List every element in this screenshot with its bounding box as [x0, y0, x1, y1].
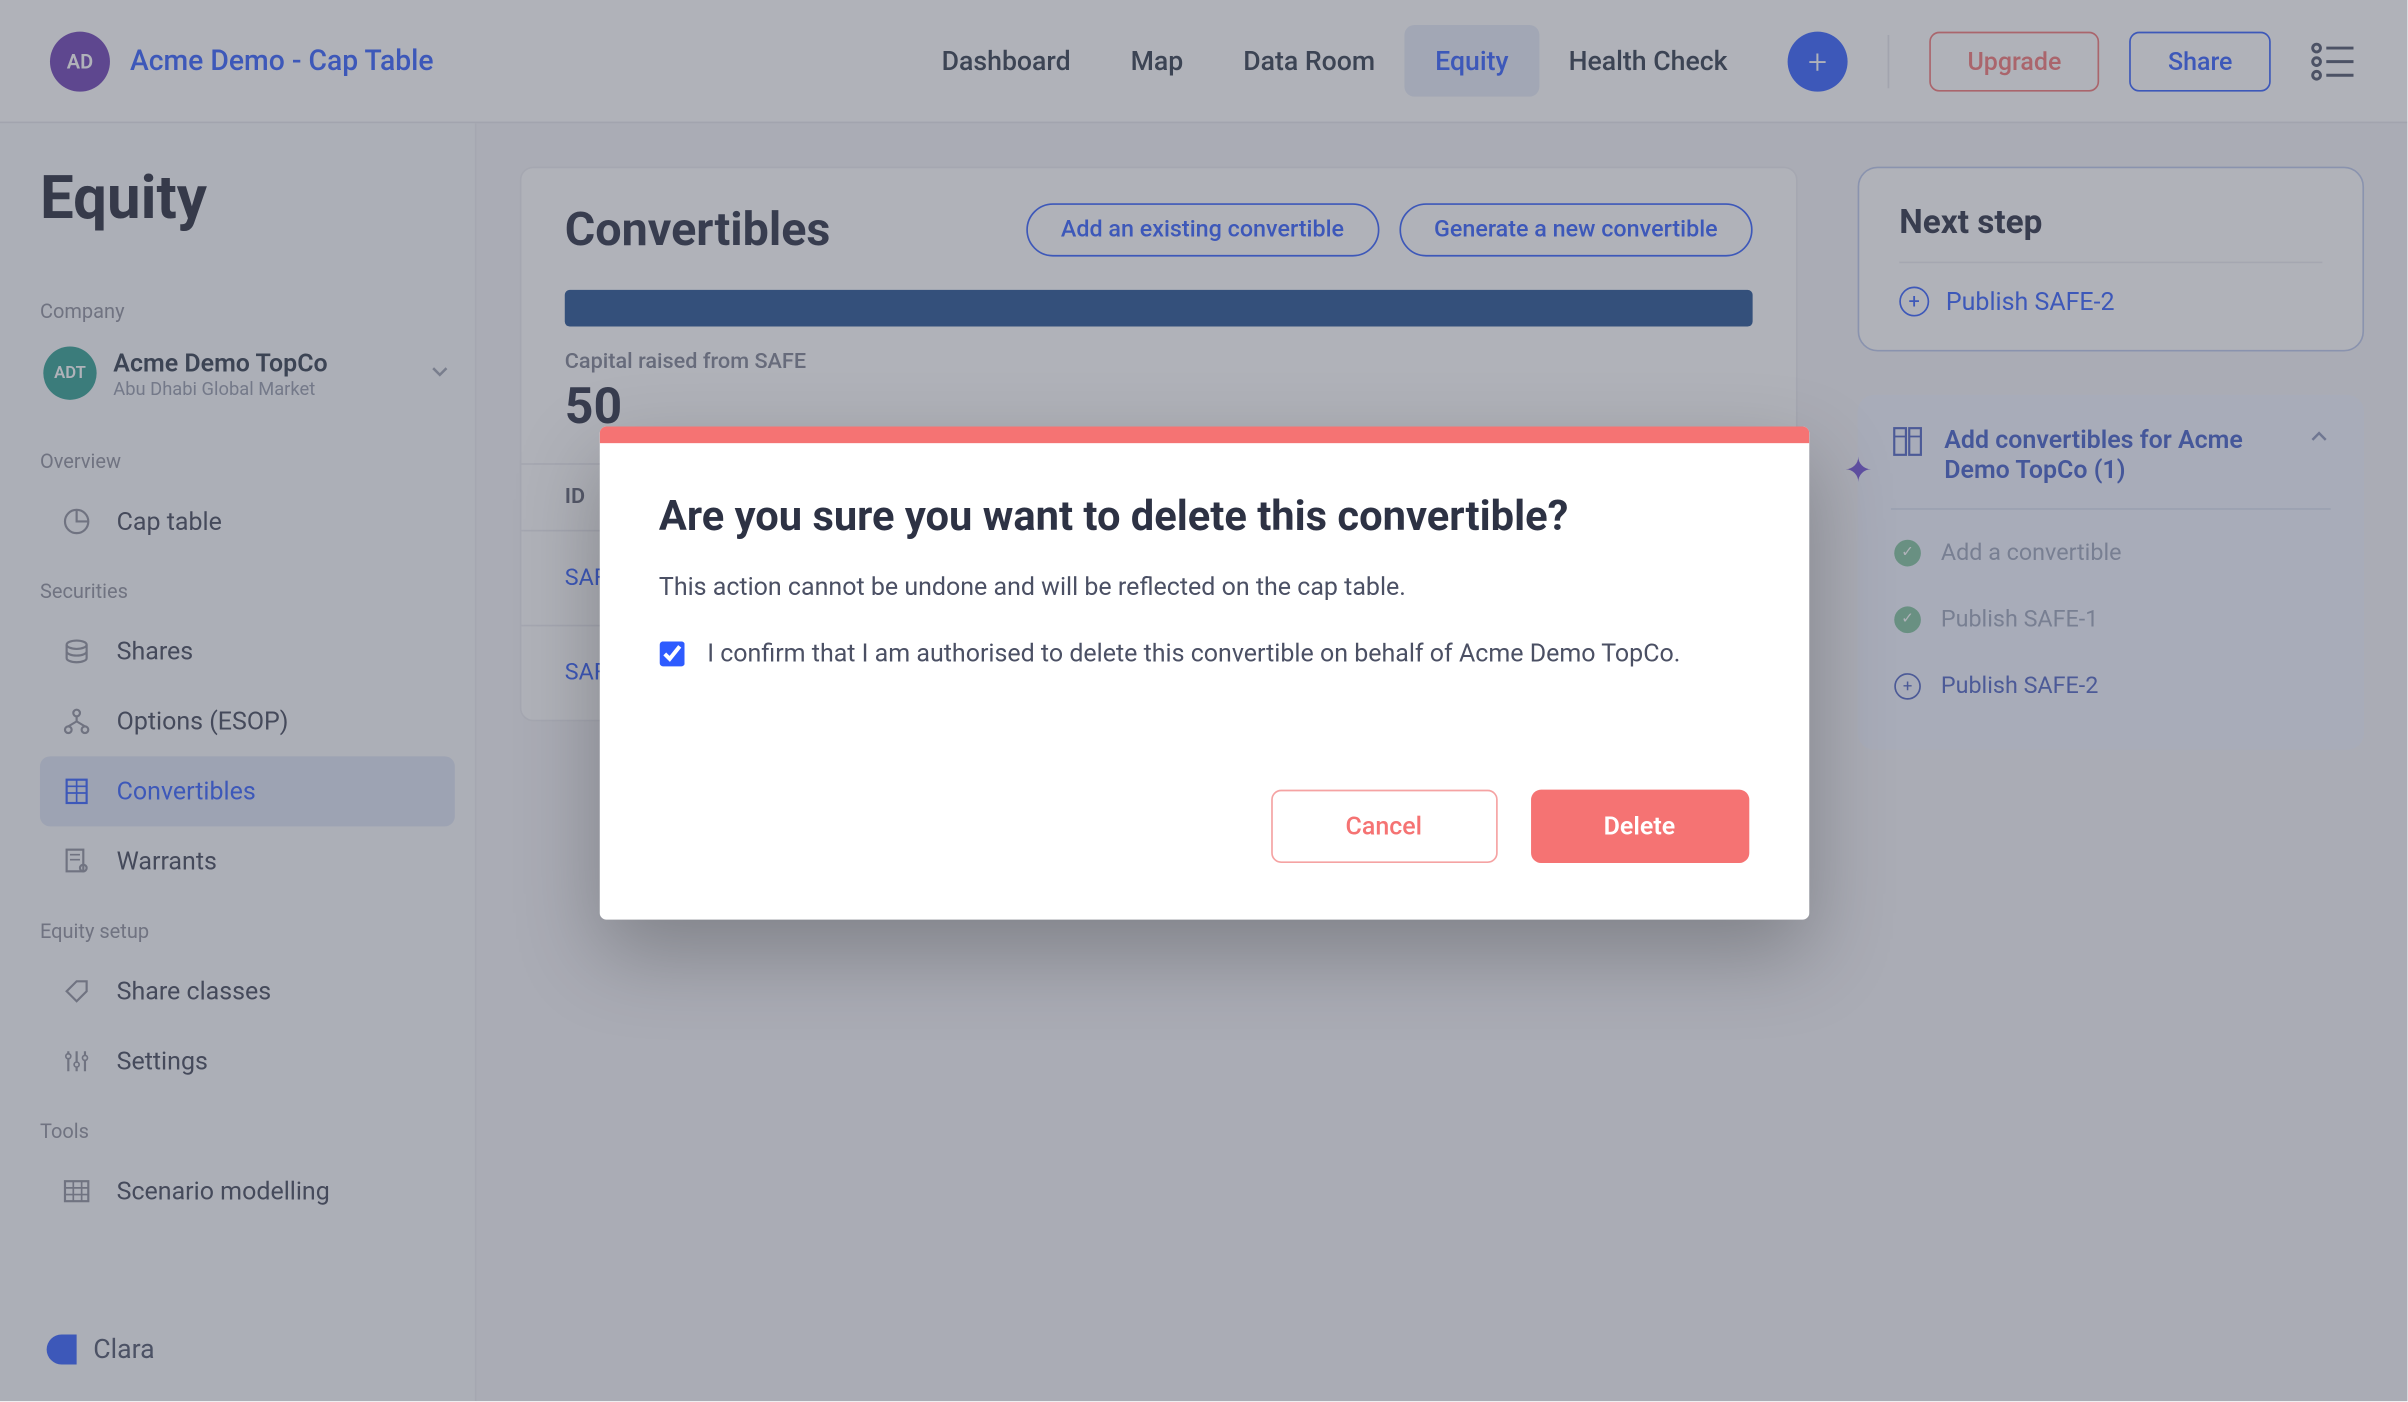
cancel-button[interactable]: Cancel	[1271, 789, 1497, 862]
confirm-checkbox[interactable]	[659, 641, 684, 666]
modal-warning-stripe	[599, 426, 1809, 443]
delete-confirm-modal: Are you sure you want to delete this con…	[599, 426, 1809, 918]
modal-title: Are you sure you want to delete this con…	[659, 493, 1749, 541]
modal-description: This action cannot be undone and will be…	[659, 571, 1749, 601]
confirm-text: I confirm that I am authorised to delete…	[707, 635, 1680, 672]
delete-button[interactable]: Delete	[1530, 789, 1748, 862]
